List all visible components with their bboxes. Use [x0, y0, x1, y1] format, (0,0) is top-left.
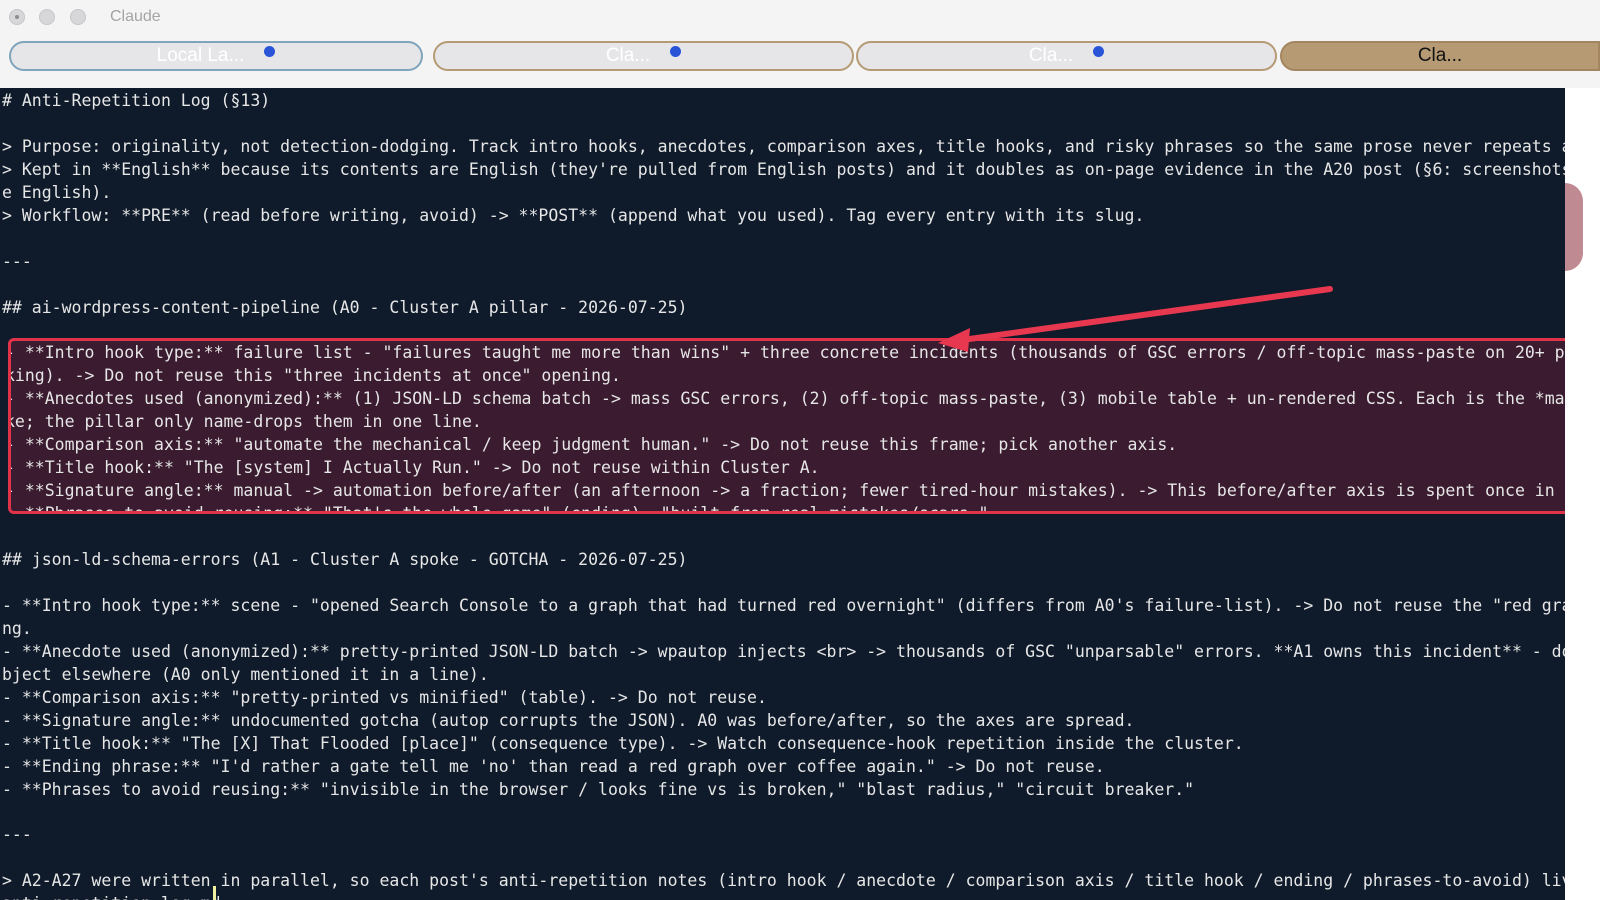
terminal-line: ## json-ld-schema-errors (A1 - Cluster A… [2, 550, 688, 569]
tab-label: Local La... [156, 45, 245, 66]
tab-label: Cla... [605, 45, 651, 66]
terminal-line: - **Intro hook type:** scene - "opened S… [2, 595, 1565, 615]
close-window-button[interactable] [9, 9, 25, 25]
terminal-line: - **Anecdotes used (anonymized):** (1) J… [8, 389, 1565, 409]
unread-dot-icon [1093, 45, 1105, 57]
terminal-line: anti-repetition-log.md [2, 893, 221, 900]
unread-dot-icon [670, 45, 682, 57]
tab-label: Cla... [1417, 45, 1463, 66]
window-title: Claude [110, 8, 161, 25]
terminal-line: bject elsewhere (A0 only mentioned it in… [2, 664, 489, 684]
terminal-line: # Anti-Repetition Log (§13) [2, 91, 271, 110]
annotation-highlight-box: - **Intro hook type:** failure list - "f… [8, 338, 1565, 514]
terminal-line: - **Phrases to avoid reusing:** "That's … [8, 504, 989, 514]
terminal-line: - **Phrases to avoid reusing:** "invisib… [2, 779, 1195, 799]
terminal-line: e English). [2, 182, 112, 202]
minimize-window-button[interactable] [39, 9, 55, 25]
terminal-line: - **Comparison axis:** "pretty-printed v… [2, 687, 767, 707]
maximize-window-button[interactable] [70, 9, 86, 25]
terminal-line: - **Intro hook type:** failure list - "f… [8, 343, 1565, 363]
unread-dot-icon [264, 45, 276, 57]
tab-label: Cla... [1028, 45, 1074, 66]
terminal-line: --- [2, 825, 32, 845]
text-cursor [213, 886, 216, 900]
terminal-line: - **Anecdote used (anonymized):** pretty… [2, 641, 1565, 661]
terminal-line: ng. [2, 618, 32, 638]
terminal-line: > Purpose: originality, not detection-do… [2, 136, 1565, 156]
terminal-line: > A2-A27 were written in parallel, so ea… [2, 871, 1565, 891]
terminal-line: - **Title hook:** "The [X] That Flooded … [2, 733, 1244, 753]
title-bar: Claude [0, 0, 1600, 36]
terminal-line: - **Signature angle:** manual -> automat… [8, 481, 1565, 501]
scrollbar[interactable] [1565, 88, 1600, 900]
tab-claude-active[interactable]: Cla... [1280, 41, 1600, 71]
scrollbar-thumb[interactable] [1565, 183, 1583, 271]
terminal-line: ke; the pillar only name-drops them in o… [8, 412, 482, 432]
tab-bar: Local La... Cla... Cla... Cla... [0, 36, 1600, 88]
app-window: Claude Local La... Cla... Cla... Cla... … [0, 0, 1600, 900]
tab-claude-1[interactable]: Cla... [433, 41, 854, 71]
tab-local[interactable]: Local La... [9, 41, 423, 71]
terminal-line: - **Comparison axis:** "automate the mec… [8, 435, 1178, 455]
terminal-line: > Kept in **English** because its conten… [2, 159, 1565, 179]
tab-claude-2[interactable]: Cla... [856, 41, 1277, 71]
terminal-line: ## ai-wordpress-content-pipeline (A0 - C… [2, 297, 688, 317]
terminal-line: king). -> Do not reuse this "three incid… [8, 366, 621, 386]
terminal-output[interactable]: - **Intro hook type:** failure list - "f… [0, 88, 1565, 900]
terminal-line: > Workflow: **PRE** (read before writing… [2, 205, 1145, 225]
terminal-line: - **Signature angle:** undocumented gotc… [2, 710, 1135, 730]
terminal-line: - **Title hook:** "The [system] I Actual… [8, 458, 820, 478]
terminal-line: - **Ending phrase:** "I'd rather a gate … [2, 756, 1105, 776]
terminal-line: --- [2, 251, 32, 271]
